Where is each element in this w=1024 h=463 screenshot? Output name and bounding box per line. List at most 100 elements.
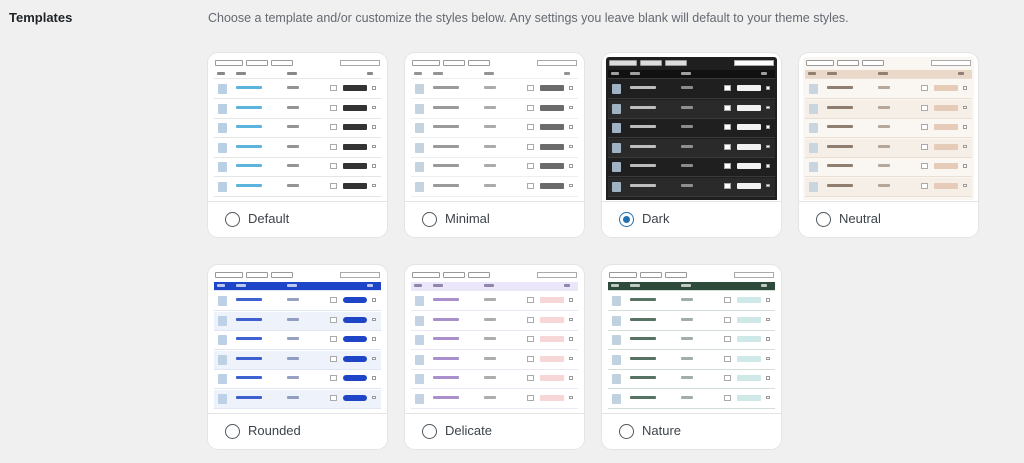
preview-search-box	[340, 272, 380, 278]
template-radio-delicate[interactable]	[422, 424, 437, 439]
preview-product-name	[433, 86, 459, 89]
preview-checkbox	[963, 164, 967, 168]
template-radio-minimal[interactable]	[422, 212, 437, 227]
preview-qty-box	[724, 297, 731, 303]
preview-filter-select	[665, 60, 687, 66]
preview-add-button	[737, 297, 761, 303]
preview-qty-box	[527, 143, 534, 150]
preview-product-price	[484, 298, 496, 301]
preview-qty-box	[724, 143, 731, 150]
template-preview-neutral	[803, 57, 974, 200]
preview-filter-select	[246, 60, 268, 66]
preview-product-price	[681, 86, 693, 89]
preview-header-row	[608, 70, 775, 79]
preview-product-name	[433, 164, 459, 167]
preview-qty-box	[724, 336, 731, 342]
preview-qty-box	[724, 182, 731, 189]
preview-qty-box	[724, 163, 731, 169]
template-card-neutral[interactable]: Neutral	[799, 53, 978, 237]
preview-add-button	[737, 85, 761, 91]
preview-header-cell	[564, 72, 570, 75]
preview-header-cell	[236, 284, 246, 287]
preview-qty-box	[527, 336, 534, 342]
preview-table	[803, 57, 974, 200]
preview-checkbox	[372, 317, 376, 321]
preview-product-price	[878, 164, 890, 167]
template-preview-dark	[606, 57, 777, 200]
preview-qty-box	[330, 124, 337, 130]
preview-checkbox	[372, 356, 376, 360]
preview-header-cell	[484, 72, 494, 75]
preview-row	[214, 138, 381, 158]
preview-qty-box	[527, 85, 534, 91]
preview-product-price	[878, 105, 890, 109]
template-card-default[interactable]: Default	[208, 53, 387, 237]
preview-product-price	[287, 164, 299, 167]
preview-header-cell	[414, 72, 422, 75]
template-radio-nature[interactable]	[619, 424, 634, 439]
preview-header-cell	[878, 72, 888, 75]
preview-product-name	[630, 376, 656, 379]
preview-qty-box	[724, 85, 731, 91]
preview-add-button	[343, 394, 367, 401]
preview-checkbox	[569, 298, 573, 302]
preview-product-price	[681, 298, 693, 301]
preview-product-icon	[218, 84, 227, 94]
template-label-dark: Dark	[642, 211, 670, 226]
preview-product-icon	[218, 296, 227, 306]
preview-product-price	[484, 337, 496, 340]
template-card-delicate[interactable]: Delicate	[405, 265, 584, 449]
preview-product-price	[681, 356, 693, 360]
preview-product-price	[878, 125, 890, 128]
preview-row	[411, 389, 578, 409]
preview-qty-box	[330, 336, 337, 342]
preview-product-icon	[809, 84, 818, 94]
preview-product-icon	[415, 123, 424, 133]
preview-header-cell	[414, 284, 422, 287]
preview-header-cell	[681, 284, 691, 287]
preview-product-name	[827, 183, 853, 187]
template-card-nature[interactable]: Nature	[602, 265, 781, 449]
preview-product-name	[827, 86, 853, 89]
preview-product-price	[484, 376, 496, 379]
preview-product-name	[827, 125, 853, 128]
preview-product-icon	[218, 315, 227, 326]
preview-product-name	[433, 395, 459, 399]
preview-product-icon	[612, 354, 621, 365]
template-card-minimal[interactable]: Minimal	[405, 53, 584, 237]
template-radio-neutral[interactable]	[816, 212, 831, 227]
template-radio-dark[interactable]	[619, 212, 634, 227]
template-card-dark[interactable]: Dark	[602, 53, 781, 237]
preview-row	[214, 119, 381, 138]
preview-product-name	[630, 183, 656, 187]
preview-row	[214, 389, 381, 409]
preview-product-icon	[612, 181, 621, 192]
preview-filter-select	[862, 60, 884, 66]
template-radio-default[interactable]	[225, 212, 240, 227]
preview-add-button	[343, 182, 367, 189]
preview-product-name	[630, 317, 656, 321]
preview-qty-box	[330, 375, 337, 381]
preview-row	[411, 331, 578, 350]
preview-row	[214, 99, 381, 119]
preview-filters	[412, 60, 577, 68]
preview-checkbox	[766, 337, 770, 341]
preview-filter-select	[271, 272, 293, 278]
preview-product-icon	[218, 335, 227, 345]
preview-product-price	[484, 164, 496, 167]
preview-product-icon	[809, 162, 818, 172]
preview-qty-box	[527, 355, 534, 362]
preview-header-cell	[287, 284, 297, 287]
preview-product-price	[287, 298, 299, 301]
preview-product-price	[484, 86, 496, 89]
preview-header-row	[214, 70, 381, 79]
preview-row	[608, 331, 775, 350]
preview-add-button	[934, 124, 958, 130]
preview-filter-select	[412, 272, 440, 278]
template-radio-rounded[interactable]	[225, 424, 240, 439]
preview-filter-select	[609, 60, 637, 66]
preview-qty-box	[921, 182, 928, 189]
preview-product-price	[287, 337, 299, 340]
preview-product-price	[287, 144, 299, 148]
template-card-rounded[interactable]: Rounded	[208, 265, 387, 449]
